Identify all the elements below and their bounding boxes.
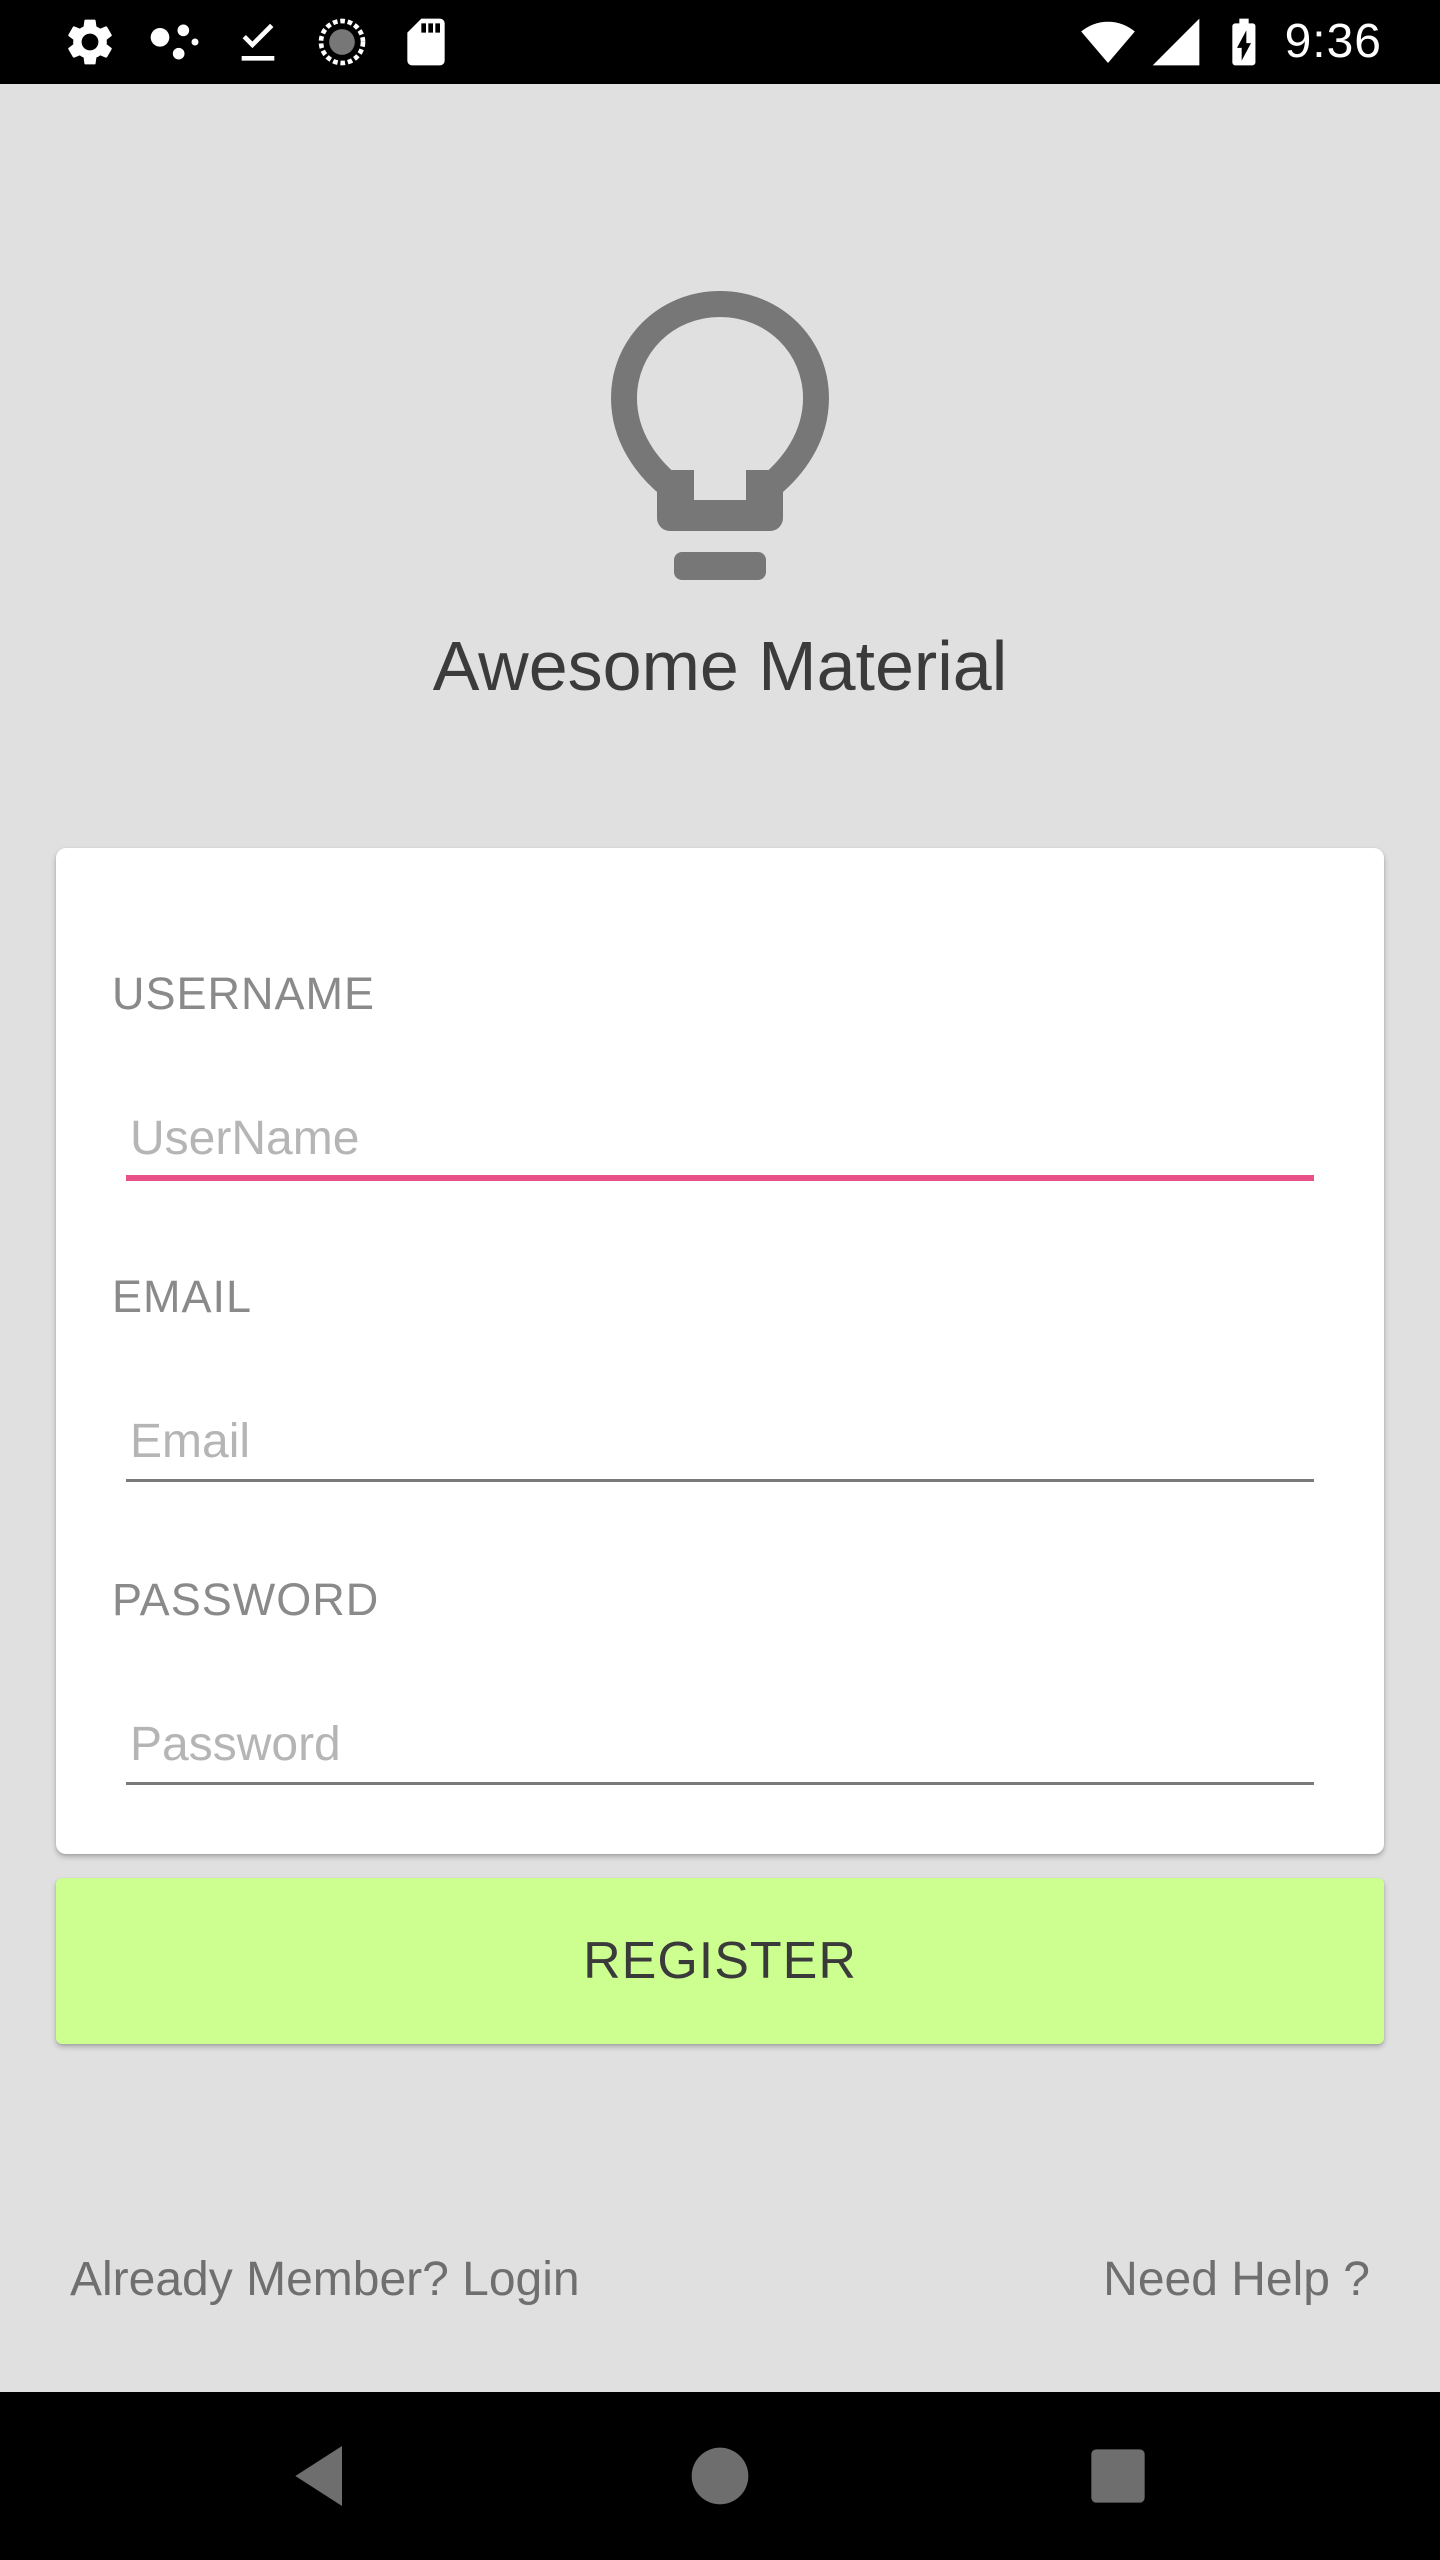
sd-card-icon [398,14,454,70]
login-link[interactable]: Already Member? Login [70,2248,580,2312]
email-label: EMAIL [112,1271,253,1322]
gear-icon [62,14,118,70]
dots-icon [146,14,202,70]
lightbulb-icon [610,290,830,590]
back-icon[interactable] [282,2436,362,2516]
email-input[interactable] [126,1401,1314,1481]
status-time: 9:36 [1284,15,1382,68]
password-label: PASSWORD [112,1574,380,1625]
home-icon[interactable] [680,2436,760,2516]
status-bar: 9:36 [0,0,1440,84]
battery-charging-icon [1216,14,1272,70]
download-done-icon [230,14,286,70]
email-underline [126,1479,1314,1482]
register-form-card: USERNAME EMAIL PASSWORD [56,848,1384,1854]
username-underline [126,1175,1314,1181]
password-underline [126,1782,1314,1785]
app-title: Awesome Material [432,627,1008,705]
wifi-icon [1080,14,1136,70]
register-button[interactable]: REGISTER [56,1878,1384,2044]
sync-icon [314,14,370,70]
password-input[interactable] [126,1704,1314,1784]
recents-icon[interactable] [1078,2436,1158,2516]
navigation-bar [0,2392,1440,2560]
signal-icon [1148,14,1204,70]
username-input[interactable] [126,1098,1314,1178]
help-link[interactable]: Need Help ? [1103,2248,1370,2312]
username-label: USERNAME [112,968,376,1019]
